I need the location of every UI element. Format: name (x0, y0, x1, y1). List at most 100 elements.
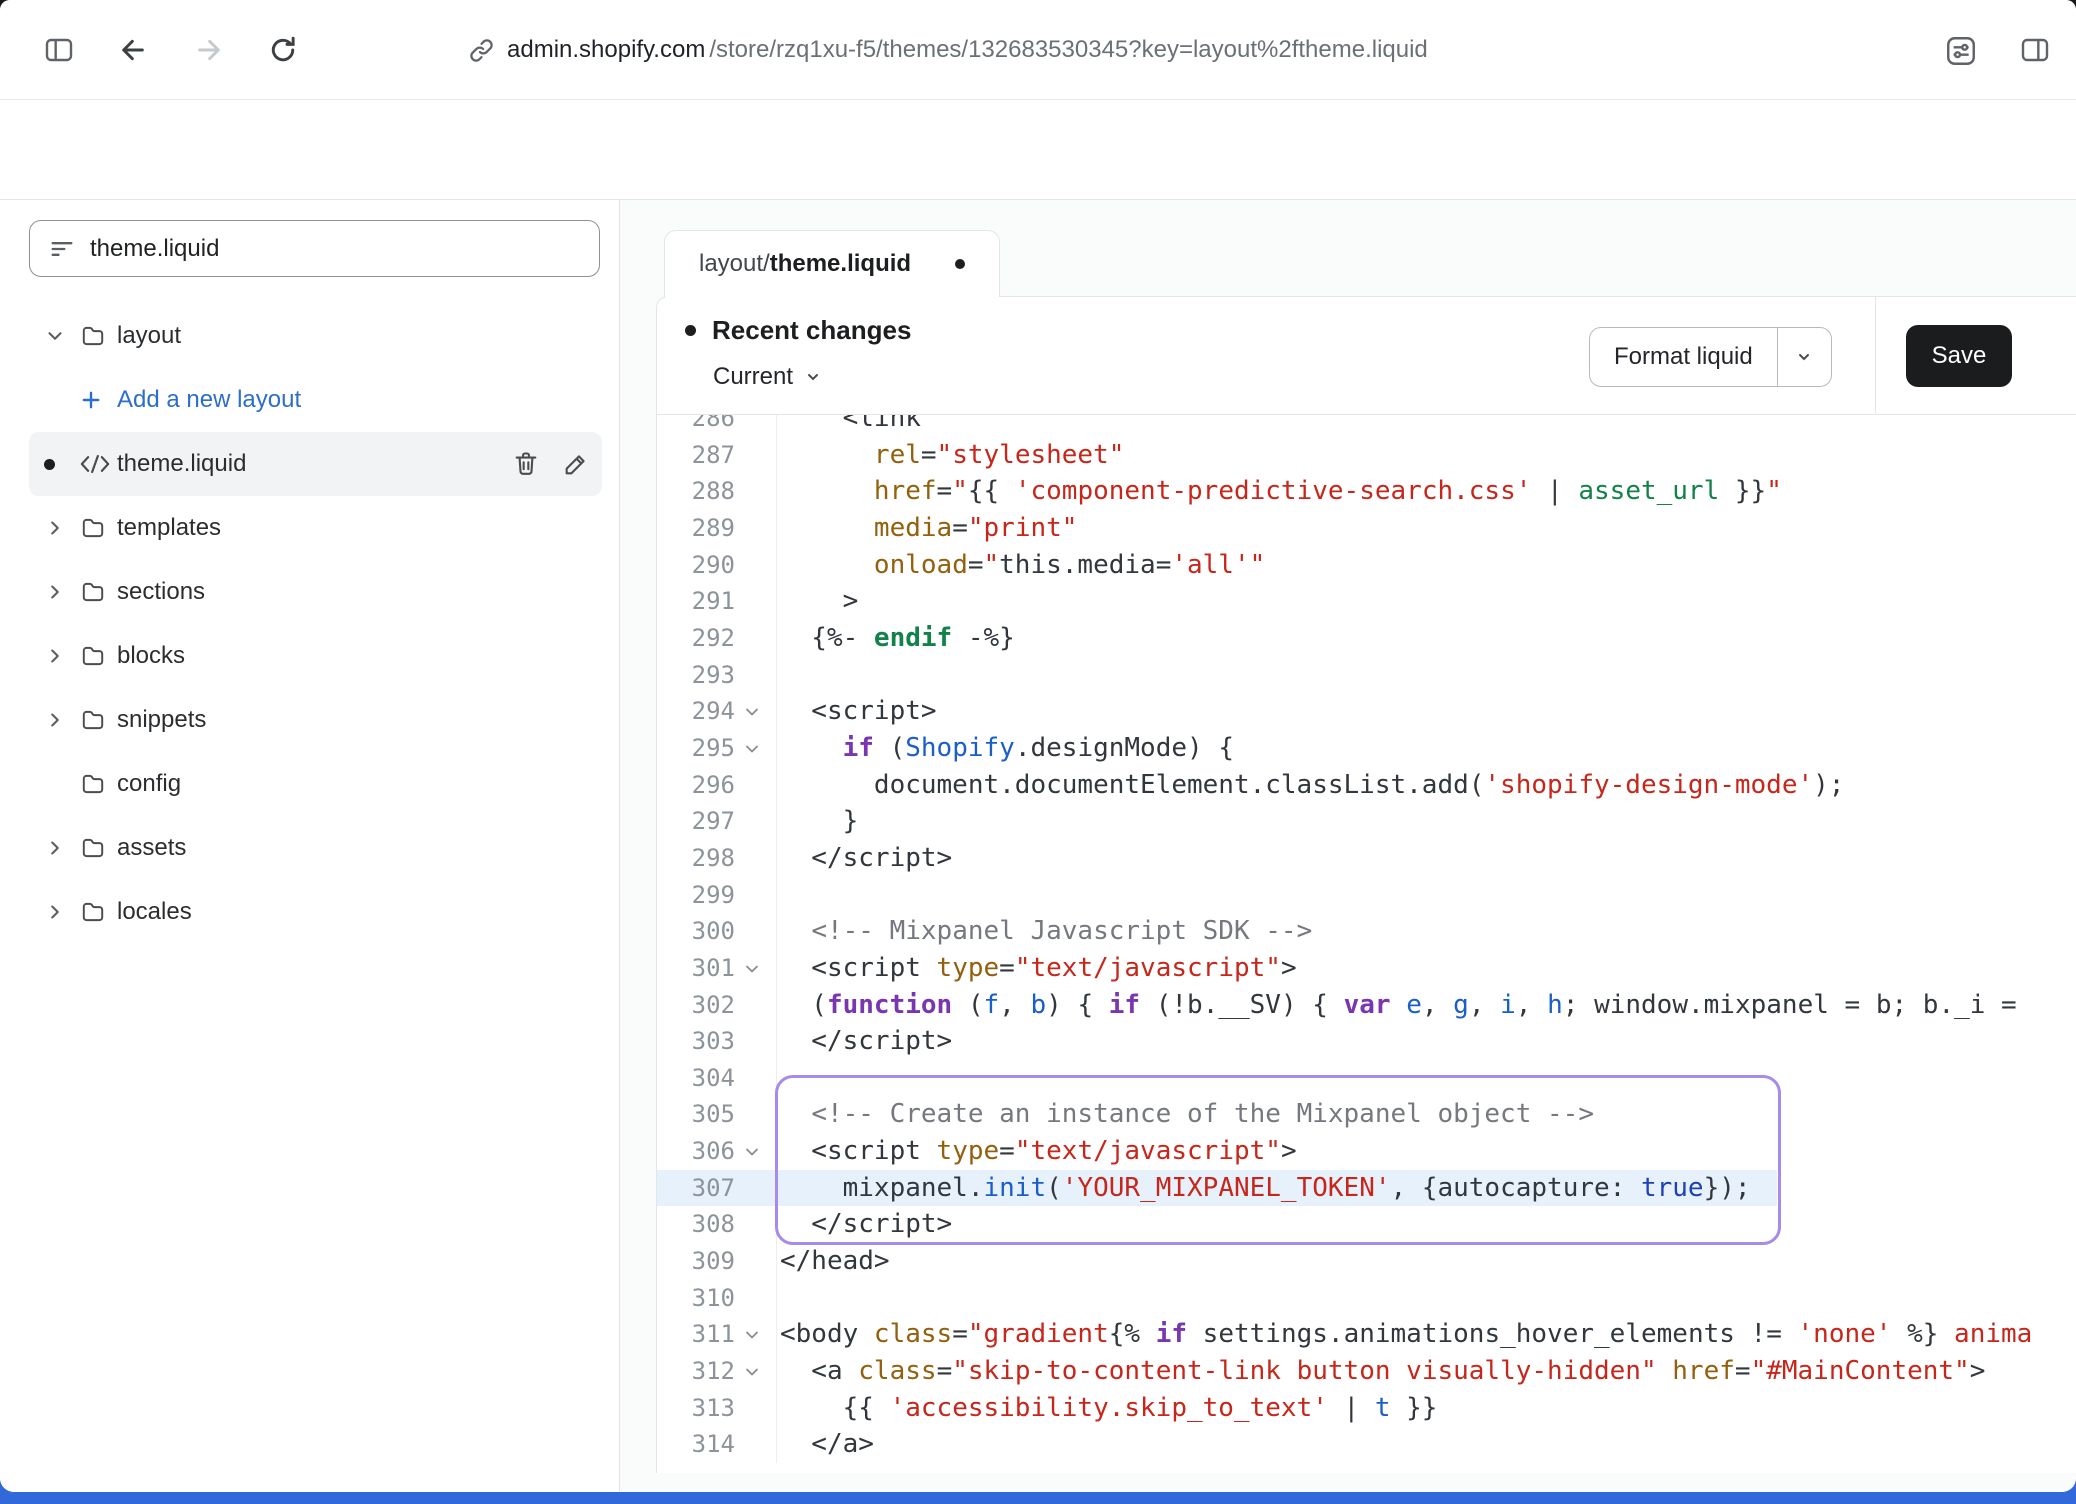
browser-extensions-button[interactable] (1944, 34, 1978, 68)
fold-chevron-icon (744, 1327, 760, 1343)
tree-row-gutter (44, 837, 79, 859)
browser-forward-button[interactable] (192, 34, 226, 68)
fold-chevron-icon (744, 741, 760, 757)
sidebar-folder-layout[interactable]: layout (29, 304, 602, 368)
line-number: 303 (657, 1023, 735, 1060)
tab-unsaved-dot (955, 259, 965, 269)
tree-row-icon (79, 579, 117, 605)
code-line-311[interactable]: 311<body class="gradient{% if settings.a… (657, 1316, 2076, 1353)
code-text: <script type="text/javascript"> (777, 1133, 1297, 1170)
code-line-299[interactable]: 299 (657, 877, 2076, 914)
code-text: (function (f, b) { if (!b.__SV) { var e,… (777, 987, 2017, 1024)
code-line-306[interactable]: 306 <script type="text/javascript"> (657, 1133, 2076, 1170)
fold-gutter (735, 840, 777, 877)
tree-row-label: blocks (117, 642, 185, 670)
code-line-289[interactable]: 289 media="print" (657, 510, 2076, 547)
code-text (777, 657, 780, 694)
code-line-304[interactable]: 304 (657, 1060, 2076, 1097)
file-search-input[interactable] (90, 235, 581, 263)
code-line-293[interactable]: 293 (657, 657, 2076, 694)
format-liquid-dropdown[interactable] (1777, 328, 1831, 386)
line-number: 305 (657, 1096, 735, 1133)
code-line-294[interactable]: 294 <script> (657, 693, 2076, 730)
fold-gutter (735, 803, 777, 840)
code-line-307[interactable]: 307 mixpanel.init('YOUR_MIXPANEL_TOKEN',… (657, 1170, 2076, 1207)
address-bar[interactable]: admin.shopify.com/store/rzq1xu-f5/themes… (468, 22, 1428, 78)
sidebar-folder-assets[interactable]: assets (29, 816, 602, 880)
line-number: 304 (657, 1060, 735, 1097)
code-line-295[interactable]: 295 if (Shopify.designMode) { (657, 730, 2076, 767)
browser-back-button[interactable] (116, 34, 150, 68)
fold-gutter (735, 547, 777, 584)
format-liquid-split-button: Format liquid (1589, 327, 1832, 387)
code-line-288[interactable]: 288 href="{{ 'component-predictive-searc… (657, 473, 2076, 510)
browser-sidebar-toggle-button[interactable] (42, 34, 76, 68)
line-number: 289 (657, 510, 735, 547)
sidebar-folder-blocks[interactable]: blocks (29, 624, 602, 688)
code-text: rel="stylesheet" (777, 437, 1124, 474)
fold-gutter[interactable] (735, 950, 777, 987)
chevron-right-icon (44, 837, 66, 859)
code-line-290[interactable]: 290 onload="this.media='all'" (657, 547, 2076, 584)
code-line-297[interactable]: 297 } (657, 803, 2076, 840)
editor-card: Recent changes Current Format liquid Sav… (656, 296, 2076, 1473)
tree-row-icon (79, 643, 117, 669)
tree-row-gutter (44, 517, 79, 539)
editor-tab-theme-liquid[interactable]: layout/theme.liquid (664, 230, 1000, 297)
fold-gutter[interactable] (735, 730, 777, 767)
sidebar-folder-config[interactable]: config (29, 752, 602, 816)
fold-gutter[interactable] (735, 1133, 777, 1170)
sidebar-folder-snippets[interactable]: snippets (29, 688, 602, 752)
code-editor[interactable]: 286 <link287 rel="stylesheet"288 href="{… (657, 415, 2076, 1473)
code-line-305[interactable]: 305 <!-- Create an instance of the Mixpa… (657, 1096, 2076, 1133)
version-dropdown[interactable]: Current (713, 363, 823, 391)
browser-reload-button[interactable] (266, 34, 300, 68)
fold-gutter (735, 1243, 777, 1280)
code-line-309[interactable]: 309</head> (657, 1243, 2076, 1280)
sidebar-add-new-layout[interactable]: Add a new layout (29, 368, 602, 432)
code-line-287[interactable]: 287 rel="stylesheet" (657, 437, 2076, 474)
code-line-314[interactable]: 314 </a> (657, 1426, 2076, 1463)
tree-row-icon (79, 835, 117, 861)
fold-chevron-icon (744, 704, 760, 720)
line-number: 294 (657, 693, 735, 730)
tab-path-prefix: layout/ (699, 250, 770, 278)
fold-gutter[interactable] (735, 1353, 777, 1390)
code-text: </head> (777, 1243, 890, 1280)
code-line-298[interactable]: 298 </script> (657, 840, 2076, 877)
chevron-right-icon (44, 709, 66, 731)
editor-toolbar: Recent changes Current Format liquid Sav… (657, 297, 2076, 415)
sidebar-folder-locales[interactable]: locales (29, 880, 602, 944)
code-line-313[interactable]: 313 {{ 'accessibility.skip_to_text' | t … (657, 1390, 2076, 1427)
sidebar-file-theme-liquid[interactable]: theme.liquid (29, 432, 602, 496)
rename-file-button[interactable] (562, 450, 590, 478)
code-line-291[interactable]: 291 > (657, 583, 2076, 620)
code-line-303[interactable]: 303 </script> (657, 1023, 2076, 1060)
code-line-286[interactable]: 286 <link (657, 415, 2076, 437)
save-button[interactable]: Save (1906, 325, 2012, 387)
fold-gutter (735, 767, 777, 804)
line-number: 286 (657, 415, 735, 437)
tree-row-icon (79, 771, 117, 797)
tree-row-label: Add a new layout (117, 386, 301, 414)
code-line-300[interactable]: 300 <!-- Mixpanel Javascript SDK --> (657, 913, 2076, 950)
browser-split-view-button[interactable] (2018, 34, 2052, 68)
sidebar-toggle-icon (43, 34, 75, 66)
fold-gutter[interactable] (735, 693, 777, 730)
format-liquid-button[interactable]: Format liquid (1590, 328, 1777, 386)
line-number: 299 (657, 877, 735, 914)
code-line-310[interactable]: 310 (657, 1280, 2076, 1317)
code-line-301[interactable]: 301 <script type="text/javascript"> (657, 950, 2076, 987)
fold-gutter[interactable] (735, 1316, 777, 1353)
code-line-296[interactable]: 296 document.documentElement.classList.a… (657, 767, 2076, 804)
sidebar-folder-templates[interactable]: templates (29, 496, 602, 560)
line-number: 292 (657, 620, 735, 657)
code-line-312[interactable]: 312 <a class="skip-to-content-link butto… (657, 1353, 2076, 1390)
sidebar-folder-sections[interactable]: sections (29, 560, 602, 624)
code-line-292[interactable]: 292 {%- endif -%} (657, 620, 2076, 657)
plus-icon (79, 388, 103, 412)
code-line-302[interactable]: 302 (function (f, b) { if (!b.__SV) { va… (657, 987, 2076, 1024)
code-line-308[interactable]: 308 </script> (657, 1206, 2076, 1243)
file-sidebar: layout Add a new layout theme.liquidtempla… (0, 200, 620, 1492)
delete-file-button[interactable] (512, 450, 540, 478)
